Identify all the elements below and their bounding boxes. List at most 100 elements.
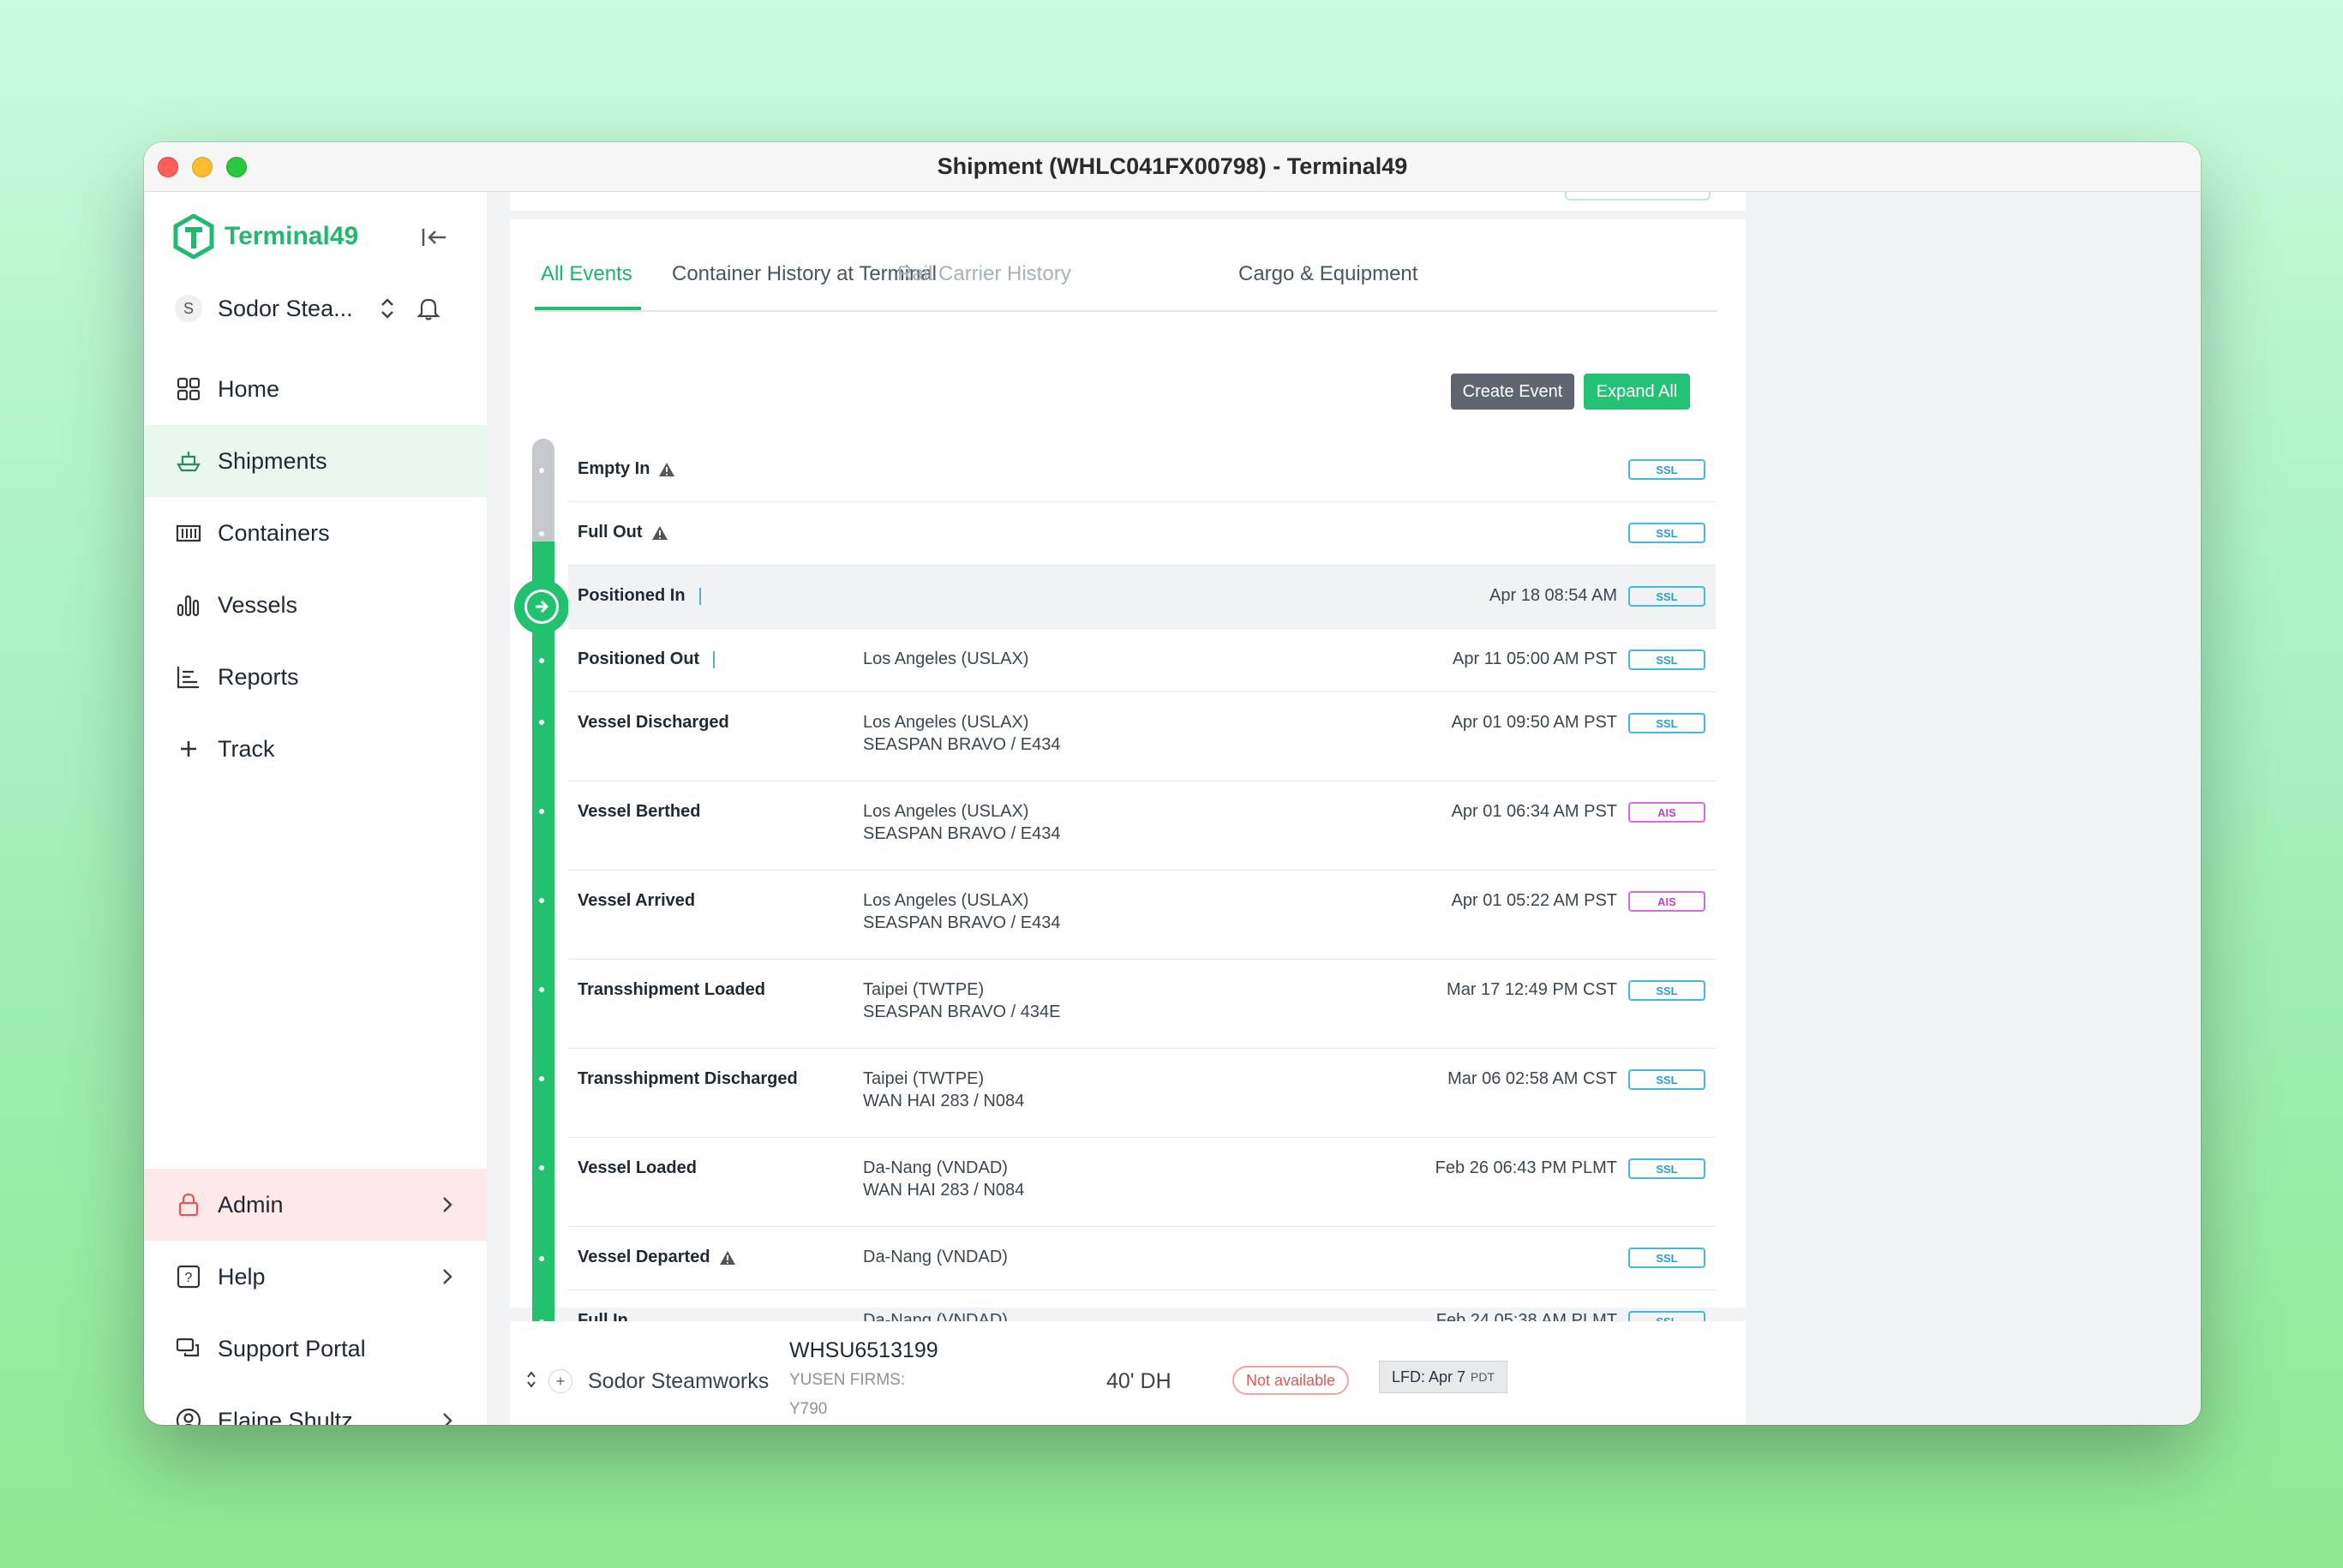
svg-text:?: ? xyxy=(185,1271,193,1285)
event-source-badge: SSL xyxy=(1628,980,1705,1001)
collapse-sidebar-icon[interactable] xyxy=(420,224,449,250)
warning-icon xyxy=(651,525,668,540)
event-vessel-voyage: SEASPAN BRAVO / E434 xyxy=(863,824,1061,843)
expand-row-button[interactable]: + xyxy=(548,1369,572,1393)
nav-track-label: Track xyxy=(218,735,275,762)
chevron-up-down-icon[interactable] xyxy=(375,295,399,322)
event-row[interactable]: Vessel Loaded Da-Nang (VNDAD) WAN HAI 283 … xyxy=(539,1138,1716,1227)
event-location-port: Taipei (TWTPE) xyxy=(863,980,985,999)
main-content: All Events Container History at Terminal… xyxy=(487,192,2201,1425)
event-row[interactable]: Vessel Arrived Los Angeles (USLAX) SEASPAN… xyxy=(539,871,1716,960)
event-source-badge: SSL xyxy=(1628,523,1705,543)
warning-icon xyxy=(719,1250,735,1265)
warning-icon xyxy=(659,462,675,476)
events-card: All Events Container History at Terminal… xyxy=(510,219,1746,1417)
app-window: Shipment (WHLC041FX00798) - Terminal49 T… xyxy=(144,142,2201,1425)
chevron-right-icon xyxy=(443,1269,452,1284)
tab-rail-carrier-history[interactable]: Rail Carrier History xyxy=(897,262,1071,286)
event-name-text: Vessel Discharged xyxy=(578,713,729,732)
event-row[interactable]: Vessel Departed Da-Nang (VNDAD) SSL xyxy=(539,1227,1716,1290)
nav-track[interactable]: Track xyxy=(144,713,487,785)
nav-containers-label: Containers xyxy=(218,519,330,546)
timeline-dot xyxy=(539,658,544,663)
firms-code: Y790 xyxy=(789,1400,828,1418)
timeline-dot xyxy=(539,720,544,725)
minimize-window-button[interactable] xyxy=(192,157,213,177)
nav-help[interactable]: ? Help xyxy=(144,1241,487,1313)
nav-reports[interactable]: Reports xyxy=(144,641,487,713)
event-source-badge: AIS xyxy=(1628,891,1705,912)
nav-admin-label: Admin xyxy=(218,1191,284,1218)
create-event-button[interactable]: Create Event xyxy=(1451,374,1574,410)
event-location-port: Los Angeles (USLAX) xyxy=(863,891,1029,910)
manual-edit-marker xyxy=(698,587,701,605)
nav-home[interactable]: Home xyxy=(144,353,487,425)
event-row[interactable]: Empty In SSL xyxy=(539,439,1716,502)
event-name-text: Vessel Loaded xyxy=(578,1158,697,1177)
sort-updown-icon[interactable] xyxy=(525,1369,537,1390)
event-vessel-voyage: SEASPAN BRAVO / E434 xyxy=(863,735,1061,754)
event-timestamp: Feb 26 06:43 PM PLMT xyxy=(1435,1158,1617,1177)
event-source-badge: SSL xyxy=(1628,1069,1705,1090)
event-name-text: Vessel Arrived xyxy=(578,891,696,910)
nav-containers[interactable]: Containers xyxy=(144,497,487,569)
timeline-dot xyxy=(539,898,544,903)
event-row[interactable]: Full Out SSL xyxy=(539,502,1716,566)
event-name: Transshipment Discharged xyxy=(578,1069,798,1089)
event-source-badge: SSL xyxy=(1628,586,1705,607)
expand-all-button[interactable]: Expand All xyxy=(1584,374,1690,410)
event-location-port: Los Angeles (USLAX) xyxy=(863,649,1029,668)
event-row[interactable]: Positioned Out Los Angeles (USLAX) Apr 11 … xyxy=(539,629,1716,692)
brand[interactable]: Terminal49 xyxy=(173,214,358,259)
event-row[interactable]: Transshipment Discharged Taipei (TWTPE) WA… xyxy=(539,1049,1716,1138)
lock-icon xyxy=(178,1193,199,1217)
user-avatar-icon xyxy=(176,1408,201,1425)
firms-label: YUSEN FIRMS: xyxy=(789,1371,906,1389)
event-name: Vessel Arrived xyxy=(578,891,695,911)
event-name: Positioned In xyxy=(578,586,701,606)
tab-all-events[interactable]: All Events xyxy=(541,262,632,286)
nav-support-portal[interactable]: Support Portal xyxy=(144,1313,487,1385)
container-icon xyxy=(176,524,201,542)
nav-admin[interactable]: Admin xyxy=(144,1169,487,1241)
help-icon: ? xyxy=(177,1265,201,1289)
event-row[interactable]: Positioned In Apr 18 08:54 AM SSL xyxy=(568,566,1716,629)
nav-user-profile[interactable]: Elaine Shultz xyxy=(144,1385,487,1425)
event-row[interactable]: Transshipment Loaded Taipei (TWTPE) SEASPA… xyxy=(539,960,1716,1049)
previous-card-pill xyxy=(1565,192,1711,200)
nav-vessels[interactable]: Vessels xyxy=(144,569,487,641)
event-location-port: Da-Nang (VNDAD) xyxy=(863,1158,1008,1177)
event-source-badge: SSL xyxy=(1628,1248,1705,1268)
event-source-badge: SSL xyxy=(1628,1158,1705,1179)
event-timestamp: Apr 01 05:22 AM PST xyxy=(1451,891,1617,910)
close-window-button[interactable] xyxy=(158,157,178,177)
timeline-dot xyxy=(539,809,544,814)
organization-switcher[interactable]: S Sodor Stea... xyxy=(175,295,458,322)
previous-card-edge xyxy=(510,192,1746,211)
event-location: Taipei (TWTPE) SEASPAN BRAVO / 434E xyxy=(863,979,1060,1023)
tab-cargo-equipment[interactable]: Cargo & Equipment xyxy=(1238,262,1417,286)
event-timestamp: Mar 06 02:58 AM CST xyxy=(1447,1069,1617,1088)
event-name: Full Out xyxy=(578,523,668,542)
brand-name: Terminal49 xyxy=(225,222,359,250)
nav-home-label: Home xyxy=(218,375,280,402)
event-vessel-voyage: SEASPAN BRAVO / 434E xyxy=(863,1002,1061,1021)
zoom-window-button[interactable] xyxy=(226,157,247,177)
event-location: Da-Nang (VNDAD) WAN HAI 283 / N084 xyxy=(863,1157,1024,1201)
event-location: Los Angeles (USLAX) SEASPAN BRAVO / E434 xyxy=(863,889,1060,934)
bell-icon[interactable] xyxy=(416,296,440,321)
nav-shipments[interactable]: Shipments xyxy=(144,425,487,497)
timeline-dot xyxy=(539,1076,544,1081)
event-name: Vessel Berthed xyxy=(578,802,700,822)
next-container-row[interactable]: + Sodor Steamworks WHSU6513199 YUSEN FIR… xyxy=(510,1321,1746,1425)
event-row[interactable]: Vessel Discharged Los Angeles (USLAX) SEAS… xyxy=(539,692,1716,781)
window-controls xyxy=(158,157,247,177)
event-row[interactable]: Vessel Berthed Los Angeles (USLAX) SEASPAN… xyxy=(539,781,1716,871)
nav-shipments-label: Shipments xyxy=(218,447,327,474)
event-name-text: Positioned Out xyxy=(578,649,700,668)
event-name-text: Vessel Berthed xyxy=(578,802,701,821)
event-location: Los Angeles (USLAX) SEASPAN BRAVO / E434 xyxy=(863,711,1060,756)
last-free-day-badge: LFD: Apr 7 PDT xyxy=(1379,1361,1508,1393)
nav-vessels-label: Vessels xyxy=(218,591,298,618)
container-number[interactable]: WHSU6513199 xyxy=(789,1338,938,1363)
